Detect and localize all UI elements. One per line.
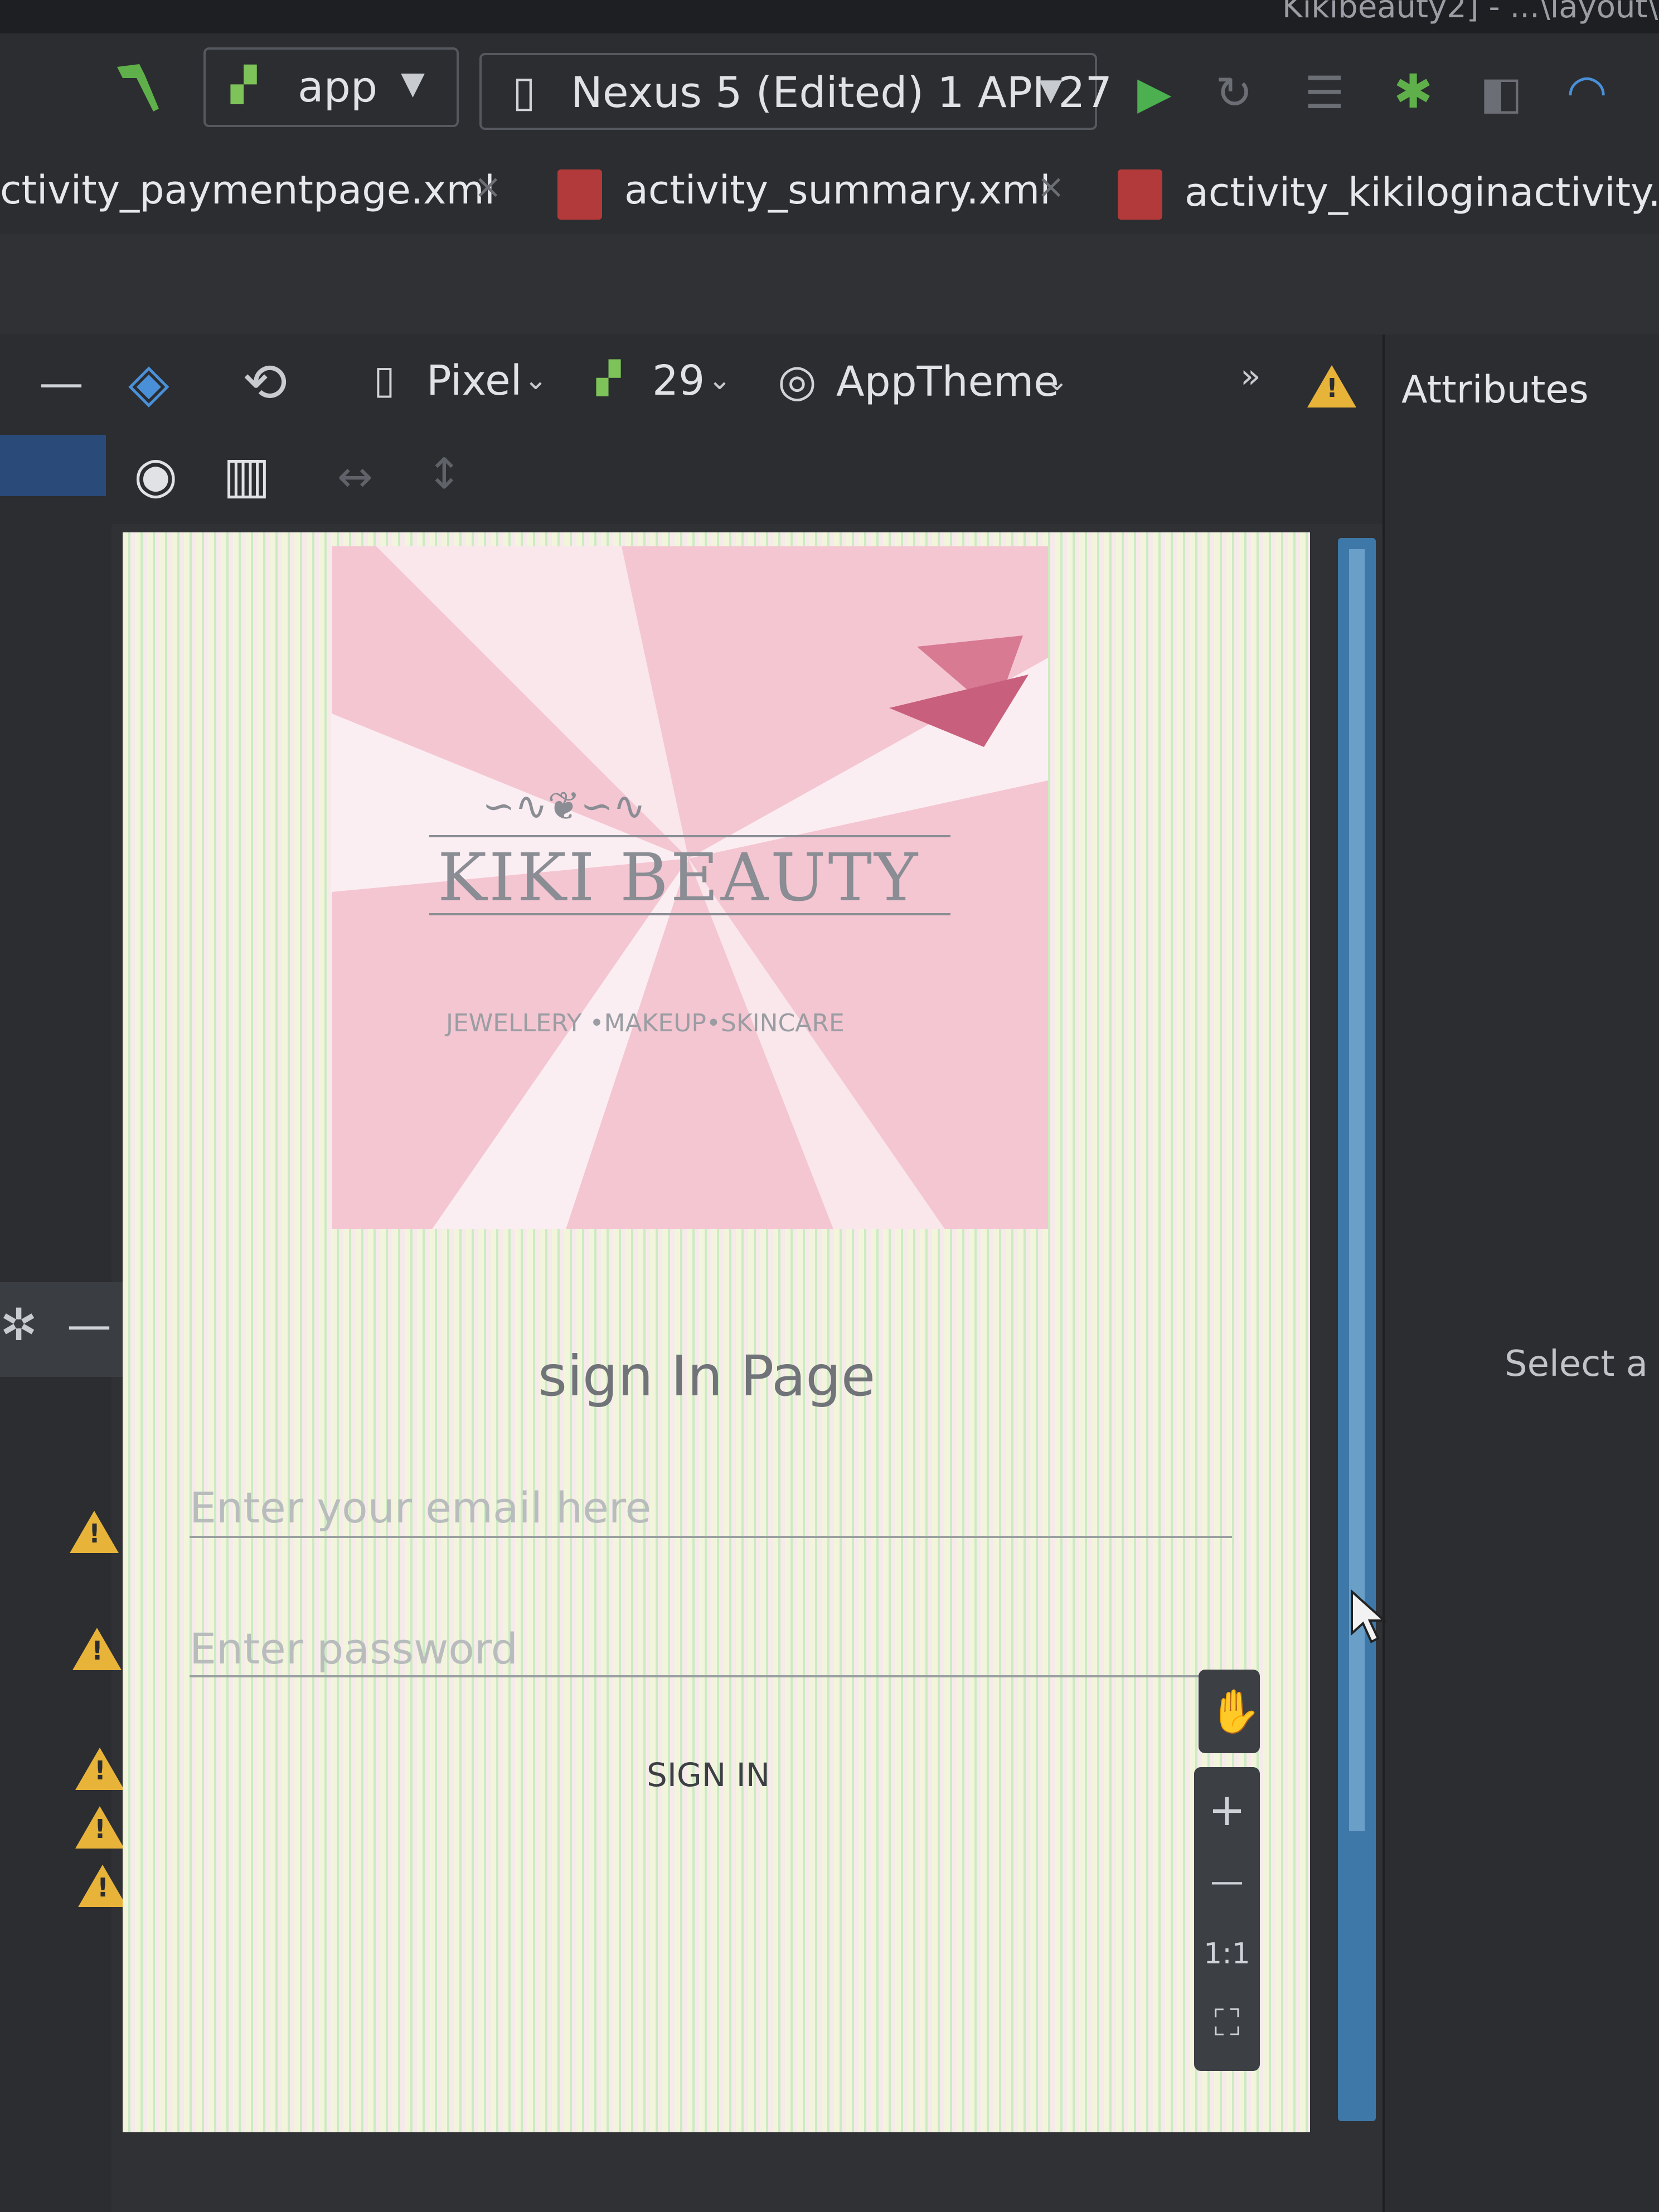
chevron-down-icon: ⌄ — [524, 363, 547, 396]
tab-paymentpage[interactable]: ctivity_paymentpage.xml × — [0, 162, 513, 223]
editor-tabs: ctivity_paymentpage.xml × activity_summa… — [0, 145, 1659, 236]
pan-tool-button[interactable]: ✋ — [1199, 1670, 1262, 1753]
tree-controls: ✲ — — [0, 1282, 131, 1377]
logo-title: KIKI BEAUTY — [438, 839, 920, 916]
apply-code-changes-icon[interactable]: ☰ — [1304, 67, 1345, 119]
android-icon: ▞ — [231, 65, 257, 104]
email-field[interactable]: Enter your email here — [190, 1477, 1232, 1538]
collapse-icon[interactable]: — — [39, 357, 84, 409]
tab-kikiloginactivity[interactable]: activity_kikiloginactivity.xm — [1118, 162, 1659, 223]
zoom-actual-size-button[interactable]: 1:1 — [1194, 1937, 1260, 1971]
device-icon: ▯ — [512, 66, 536, 116]
android-icon: ▞ — [596, 360, 621, 396]
logo-subtitle: JEWELLERY •MAKEUP•SKINCARE — [446, 1009, 845, 1037]
vertical-resize-icon[interactable]: ↕ — [426, 449, 462, 498]
sign-in-button[interactable]: SIGN IN — [624, 1750, 803, 1801]
close-icon[interactable]: × — [474, 167, 502, 206]
blueprint-icon[interactable]: ▥ — [223, 446, 270, 505]
theme-dropdown[interactable]: ◎ AppTheme ⌄ — [778, 351, 1079, 413]
orientation-icon[interactable]: ⟲ — [242, 351, 287, 414]
layout-file-icon — [1118, 169, 1162, 220]
tab-label: activity_summary.xml — [624, 167, 1051, 213]
attributes-panel: Attributes Select a c — [1382, 334, 1659, 2212]
password-placeholder: Enter password — [190, 1624, 518, 1673]
warning-icon[interactable] — [75, 1806, 124, 1849]
tab-label: activity_kikiloginactivity.xm — [1185, 169, 1659, 215]
sign-in-button-label: SIGN IN — [647, 1756, 770, 1794]
device-label: Nexus 5 (Edited) 1 API 27 — [571, 67, 1112, 117]
warning-icon[interactable] — [72, 1628, 122, 1670]
theme-label: AppTheme — [836, 358, 1059, 406]
eye-icon[interactable]: ◉ — [134, 446, 178, 505]
warning-icon[interactable] — [78, 1865, 127, 1907]
email-placeholder: Enter your email here — [190, 1483, 652, 1532]
close-icon[interactable]: × — [1037, 167, 1065, 206]
chevron-down-icon: ⌄ — [708, 363, 731, 396]
warning-icon[interactable] — [70, 1511, 119, 1553]
zoom-controls: + — 1:1 ⛶ — [1194, 1767, 1260, 2071]
warning-icon[interactable] — [1307, 365, 1356, 408]
hand-icon: ✋ — [1209, 1686, 1262, 1736]
design-toolbar: — ◈ ⟲ ▯ Pixel ⌄ ▞ 29 ⌄ ◎ AppTheme ⌄ » — [0, 334, 1382, 434]
settings-icon[interactable]: ✲ — [0, 1299, 37, 1351]
logo-image[interactable]: ∽∿❦∽∿ KIKI BEAUTY JEWELLERY •MAKEUP•SKIN… — [332, 546, 1048, 1229]
warning-icon[interactable] — [75, 1748, 124, 1790]
debug-icon[interactable]: ✱ — [1394, 64, 1433, 119]
more-actions-icon[interactable]: » — [1240, 357, 1261, 396]
window-title: Kikibeauty2] - ...\layout\activity_ — [1282, 0, 1659, 25]
main-toolbar: ▞ app ▼ ▯ Nexus 5 (Edited) 1 API 27 ▼ ▶ … — [0, 33, 1659, 145]
profiler-icon[interactable]: ◠ — [1566, 64, 1607, 119]
zoom-in-button[interactable]: + — [1194, 1784, 1260, 1836]
mouse-cursor-icon — [1349, 1589, 1388, 1645]
layers-icon[interactable]: ◈ — [128, 351, 169, 414]
api-dropdown[interactable]: ▞ 29 ⌄ — [596, 351, 741, 413]
chevron-down-icon: ▼ — [401, 65, 425, 101]
device-dropdown[interactable]: ▯ Pixel ⌄ — [373, 351, 557, 413]
attributes-panel-title: Attributes — [1401, 368, 1589, 412]
tab-summary[interactable]: activity_summary.xml × — [557, 162, 1087, 223]
tab-label: ctivity_paymentpage.xml — [0, 167, 496, 213]
attach-debugger-icon[interactable]: ◧ — [1480, 67, 1522, 119]
chevron-down-icon: ▼ — [1039, 72, 1063, 107]
device-selector[interactable]: ▯ Nexus 5 (Edited) 1 API 27 ▼ — [479, 53, 1112, 130]
zoom-out-button[interactable]: — — [1194, 1862, 1260, 1901]
layout-file-icon — [557, 169, 602, 220]
module-selector[interactable]: ▞ app ▼ — [203, 47, 459, 127]
theme-icon: ◎ — [778, 355, 817, 406]
zoom-to-fit-icon[interactable]: ⛶ — [1194, 2001, 1260, 2045]
api-label: 29 — [652, 357, 705, 405]
sign-in-heading: sign In Page — [538, 1343, 876, 1409]
selected-tree-item[interactable] — [0, 435, 106, 496]
collapse-icon[interactable]: — — [67, 1299, 111, 1351]
module-label: app — [298, 62, 378, 111]
run-icon[interactable]: ▶ — [1137, 67, 1172, 119]
view-options-bar: ◉ ▥ ↔ ↕ — [111, 432, 1382, 524]
password-field[interactable]: Enter password — [190, 1619, 1210, 1677]
svg-text:∽∿❦∽∿: ∽∿❦∽∿ — [482, 783, 646, 829]
attributes-empty-hint: Select a c — [1505, 1343, 1659, 1385]
phone-icon: ▯ — [373, 357, 395, 402]
build-hammer-icon[interactable] — [106, 56, 167, 117]
horizontal-resize-icon[interactable]: ↔ — [337, 452, 373, 501]
apply-changes-icon[interactable]: ↻ — [1215, 67, 1253, 119]
device-dropdown-label: Pixel — [426, 357, 522, 405]
window-title-bar: Kikibeauty2] - ...\layout\activity_ — [0, 0, 1659, 33]
chevron-down-icon: ⌄ — [1045, 365, 1069, 397]
